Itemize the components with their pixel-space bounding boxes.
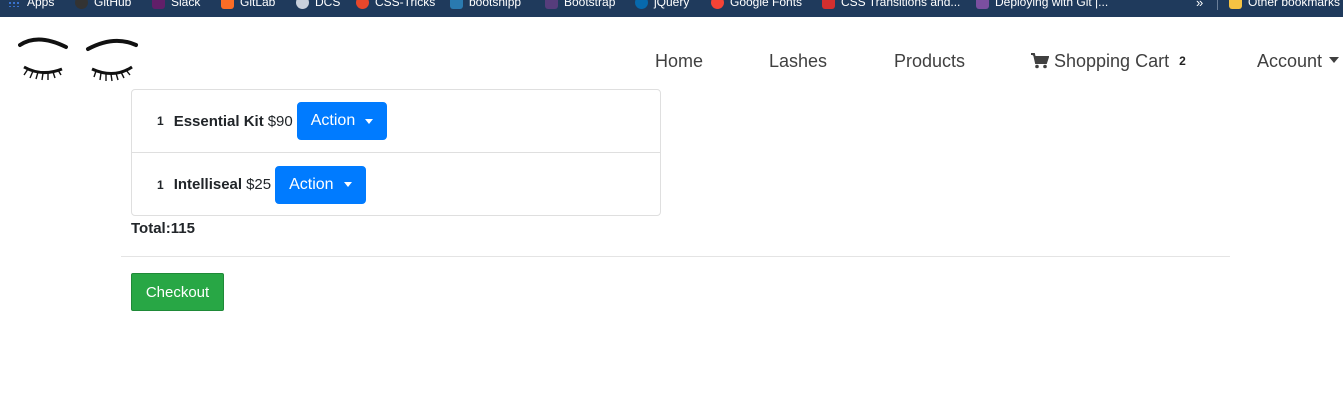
item-quantity: 1 (157, 177, 164, 192)
bookmark-slack[interactable]: Slack (152, 0, 200, 10)
bookmark-bootstrap[interactable]: Bootstrap (545, 0, 615, 10)
left-brow (18, 37, 68, 49)
nav-shopping-cart-label: Shopping Cart (1054, 51, 1170, 71)
caret-down-icon (365, 118, 374, 124)
bookmark-apps[interactable]: Apps (8, 0, 54, 10)
checkout-button[interactable]: Checkout (131, 273, 224, 311)
right-brow (86, 38, 138, 51)
google-fonts-icon (711, 0, 724, 9)
nav-products[interactable]: Products (894, 50, 965, 72)
item-quantity: 1 (157, 114, 164, 128)
eyelash-logo[interactable] (18, 33, 140, 85)
git-deploy-icon (976, 0, 989, 9)
cart-item: 1 Essential Kit $90 Action (132, 90, 660, 153)
bookmark-bootsnipp[interactable]: bootsnipp (450, 0, 521, 10)
bookmark-gitlab[interactable]: GitLab (221, 0, 275, 10)
shopping-cart-icon (1031, 53, 1049, 69)
right-lashes (91, 65, 133, 82)
cart-count-badge: 2 (1179, 54, 1186, 68)
nav-account-dropdown[interactable]: Account (1257, 50, 1340, 72)
item-name: Essential Kit (173, 112, 264, 130)
apps-grid-icon (8, 0, 21, 7)
gitlab-icon (221, 0, 234, 9)
bookmark-css-transitions[interactable]: CSS Transitions and... (822, 0, 960, 10)
item-action-dropdown-button[interactable]: Action (296, 102, 388, 140)
github-icon (75, 0, 88, 9)
bookmarks-overflow-button[interactable]: » (1196, 0, 1203, 10)
bootstrap-icon (545, 0, 558, 9)
cart-total: Total:115 (131, 220, 195, 237)
nav-home[interactable]: Home (655, 50, 703, 72)
slack-icon (152, 0, 165, 9)
other-bookmarks[interactable]: Other bookmarks (1229, 0, 1340, 10)
nav-account-label: Account (1257, 51, 1323, 71)
item-name: Intelliseal (173, 176, 243, 193)
css-tricks-icon (356, 0, 369, 9)
bookmarks-bar: Apps GitHub Slack GitLab DCS CSS-Tricks … (0, 0, 1343, 17)
item-action-dropdown-button[interactable]: Action (275, 165, 366, 204)
item-price: $25 (246, 176, 272, 193)
folder-icon (1229, 0, 1242, 9)
css-transitions-icon (822, 0, 835, 9)
action-label: Action (310, 112, 356, 129)
nav-lashes[interactable]: Lashes (769, 50, 827, 72)
bookmark-jquery[interactable]: jQuery (635, 0, 689, 10)
caret-down-icon (343, 182, 352, 187)
bookmark-github[interactable]: GitHub (75, 0, 131, 10)
bookmark-deploying-git[interactable]: Deploying with Git |... (976, 0, 1108, 10)
nav-shopping-cart[interactable]: Shopping Cart 2 (1031, 50, 1186, 72)
bookmark-google-fonts[interactable]: Google Fonts (711, 0, 802, 10)
jquery-icon (635, 0, 648, 9)
bootsnipp-icon (450, 0, 463, 9)
action-label: Action (289, 175, 334, 193)
cart-item: 1 Intelliseal $25 Action (132, 153, 660, 216)
item-price: $90 (267, 112, 293, 130)
cart-item-list: 1 Essential Kit $90 Action 1 Intelliseal… (131, 89, 661, 216)
dcs-icon (296, 0, 309, 9)
caret-down-icon (1329, 57, 1340, 64)
bookmark-dcs[interactable]: DCS (296, 0, 340, 10)
divider (121, 256, 1230, 257)
bookmarks-separator (1217, 0, 1218, 10)
bookmark-css-tricks[interactable]: CSS-Tricks (356, 0, 435, 10)
left-lashes (23, 65, 63, 81)
